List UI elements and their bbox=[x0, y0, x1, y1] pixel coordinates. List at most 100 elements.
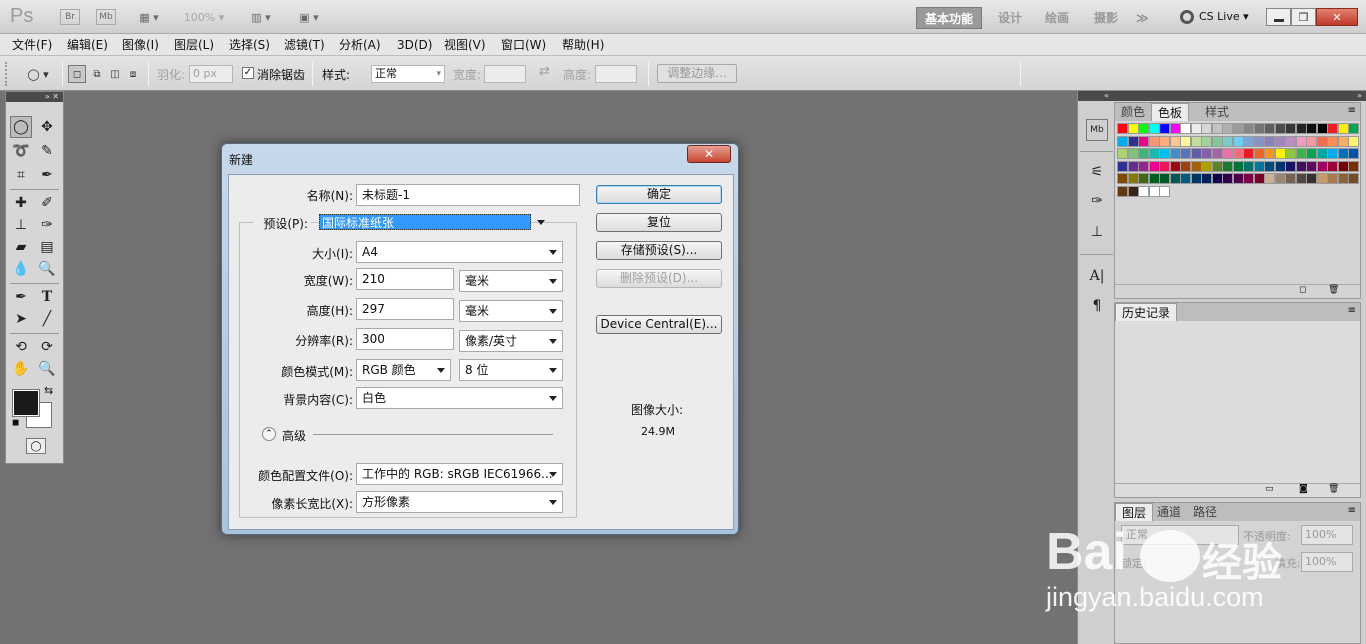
swatch-cell[interactable] bbox=[1159, 185, 1170, 197]
swatch-cell[interactable] bbox=[1180, 135, 1191, 147]
swatch-cell[interactable] bbox=[1274, 135, 1286, 147]
quick-selection-tool-icon[interactable]: ✎ bbox=[36, 140, 58, 162]
swatch-cell[interactable] bbox=[1117, 185, 1128, 197]
workspace-essentials[interactable]: 基本功能 bbox=[916, 7, 983, 29]
delete-swatch-icon[interactable]: 🗑 bbox=[1328, 285, 1339, 295]
menu-view[interactable]: 视图(V) bbox=[444, 37, 486, 53]
restore-window-button[interactable]: ❐ bbox=[1291, 8, 1316, 26]
resolution-unit-select[interactable]: 像素/英寸 bbox=[459, 330, 563, 352]
swatch-cell[interactable] bbox=[1190, 148, 1202, 159]
swatch-cell[interactable] bbox=[1148, 173, 1160, 184]
workspace-painting[interactable]: 绘画 bbox=[1037, 7, 1077, 29]
swatch-cell[interactable] bbox=[1211, 135, 1223, 147]
swatch-cell[interactable] bbox=[1232, 135, 1244, 147]
intersect-selection-icon[interactable]: ⧈ bbox=[124, 65, 142, 83]
swatch-cell[interactable] bbox=[1337, 160, 1349, 172]
swatch-cell[interactable] bbox=[1211, 123, 1223, 134]
swatch-cell[interactable] bbox=[1337, 173, 1349, 184]
menu-3d[interactable]: 3D(D) bbox=[397, 37, 432, 53]
blur-tool-icon[interactable]: 💧 bbox=[10, 258, 32, 280]
swatch-cell[interactable] bbox=[1169, 173, 1181, 184]
tab-channels[interactable]: 通道 bbox=[1151, 503, 1187, 521]
swatch-cell[interactable] bbox=[1274, 160, 1286, 172]
lasso-tool-icon[interactable]: ➰ bbox=[10, 140, 32, 162]
swap-colors-icon[interactable]: ⇆ bbox=[44, 384, 53, 397]
history-menu-icon[interactable]: ≡ bbox=[1348, 305, 1356, 316]
background-contents-select[interactable]: 白色 bbox=[356, 387, 563, 409]
healing-brush-tool-icon[interactable]: ✚ bbox=[10, 192, 32, 214]
character-panel-icon[interactable]: A| bbox=[1086, 265, 1108, 287]
new-swatch-icon[interactable]: ◻ bbox=[1299, 285, 1306, 295]
tab-history[interactable]: 历史记录 bbox=[1115, 303, 1178, 321]
swatch-cell[interactable] bbox=[1316, 160, 1328, 172]
swatch-cell[interactable] bbox=[1327, 160, 1338, 172]
swatch-cell[interactable] bbox=[1211, 173, 1223, 184]
swatch-cell[interactable] bbox=[1138, 173, 1149, 184]
swatch-cell[interactable] bbox=[1117, 173, 1128, 184]
eyedropper-tool-icon[interactable]: ✒ bbox=[36, 164, 58, 186]
swatch-cell[interactable] bbox=[1201, 123, 1212, 134]
swatch-cell[interactable] bbox=[1306, 160, 1317, 172]
swatch-cell[interactable] bbox=[1127, 173, 1139, 184]
delete-preset-button[interactable]: 删除预设(D)... bbox=[596, 269, 722, 288]
more-workspaces-button[interactable]: ≫ bbox=[1128, 7, 1157, 29]
feather-input[interactable]: 0 px bbox=[189, 65, 233, 83]
swatch-cell[interactable] bbox=[1337, 123, 1349, 134]
style-select[interactable]: 正常 ▾ bbox=[371, 65, 445, 83]
tab-color[interactable]: 颜色 bbox=[1115, 103, 1151, 121]
swatch-cell[interactable] bbox=[1201, 160, 1212, 172]
clone-stamp-tool-icon[interactable]: ⊥ bbox=[10, 214, 32, 236]
dodge-tool-icon[interactable]: 🔍 bbox=[36, 258, 58, 280]
device-central-button[interactable]: Device Central(E)... bbox=[596, 315, 722, 334]
default-colors-icon[interactable]: ◼ bbox=[12, 418, 19, 428]
swatch-cell[interactable] bbox=[1232, 123, 1244, 134]
marquee-preset-icon[interactable]: ◯ ▾ bbox=[20, 65, 56, 83]
swatch-cell[interactable] bbox=[1285, 123, 1296, 134]
swatch-cell[interactable] bbox=[1190, 173, 1202, 184]
ok-button[interactable]: 确定 bbox=[596, 185, 722, 204]
move-tool-icon[interactable]: ✥ bbox=[36, 116, 58, 138]
swatch-cell[interactable] bbox=[1201, 173, 1212, 184]
swatch-cell[interactable] bbox=[1306, 135, 1317, 147]
swatch-cell[interactable] bbox=[1327, 123, 1338, 134]
preset-select[interactable]: 国际标准纸张 bbox=[314, 212, 550, 234]
swatch-cell[interactable] bbox=[1159, 135, 1170, 147]
arrange-documents-icon[interactable]: ▥ ▾ bbox=[244, 9, 278, 25]
swatch-cell[interactable] bbox=[1138, 123, 1149, 134]
swatch-cell[interactable] bbox=[1201, 135, 1212, 147]
swatch-cell[interactable] bbox=[1190, 135, 1202, 147]
swatch-cell[interactable] bbox=[1253, 173, 1265, 184]
save-preset-button[interactable]: 存储预设(S)... bbox=[596, 241, 722, 260]
menu-window[interactable]: 窗口(W) bbox=[501, 37, 546, 53]
swatch-cell[interactable] bbox=[1253, 148, 1265, 159]
swatch-cell[interactable] bbox=[1253, 160, 1265, 172]
zoom-level-select[interactable]: 100% ▾ bbox=[178, 9, 230, 25]
swatch-cell[interactable] bbox=[1232, 173, 1244, 184]
pixel-aspect-select[interactable]: 方形像素 bbox=[356, 491, 563, 513]
swatch-cell[interactable] bbox=[1148, 185, 1160, 197]
height-unit-select[interactable]: 毫米 bbox=[459, 300, 563, 322]
menu-image[interactable]: 图像(I) bbox=[122, 37, 159, 53]
foreground-color-swatch[interactable] bbox=[12, 389, 40, 417]
swatch-cell[interactable] bbox=[1117, 160, 1128, 172]
swatch-cell[interactable] bbox=[1243, 160, 1254, 172]
swatch-cell[interactable] bbox=[1222, 135, 1233, 147]
pen-tool-icon[interactable]: ✒ bbox=[10, 286, 32, 308]
tab-styles[interactable]: 样式 bbox=[1199, 103, 1235, 121]
color-mode-select[interactable]: RGB 颜色 bbox=[356, 359, 451, 381]
swatch-cell[interactable] bbox=[1222, 173, 1233, 184]
swatch-cell[interactable] bbox=[1295, 135, 1307, 147]
swatch-cell[interactable] bbox=[1127, 148, 1139, 159]
swatch-cell[interactable] bbox=[1348, 123, 1359, 134]
workspace-design[interactable]: 设计 bbox=[990, 7, 1030, 29]
menu-analysis[interactable]: 分析(A) bbox=[339, 37, 381, 53]
swatch-cell[interactable] bbox=[1159, 173, 1170, 184]
swap-dimensions-icon[interactable]: ⇄ bbox=[539, 64, 550, 79]
swatch-cell[interactable] bbox=[1117, 148, 1128, 159]
swatch-cell[interactable] bbox=[1274, 148, 1286, 159]
swatch-cell[interactable] bbox=[1253, 123, 1265, 134]
width-input[interactable]: 210 bbox=[356, 268, 454, 290]
swatch-cell[interactable] bbox=[1274, 173, 1286, 184]
swatch-cell[interactable] bbox=[1180, 173, 1191, 184]
reset-button[interactable]: 复位 bbox=[596, 213, 722, 232]
